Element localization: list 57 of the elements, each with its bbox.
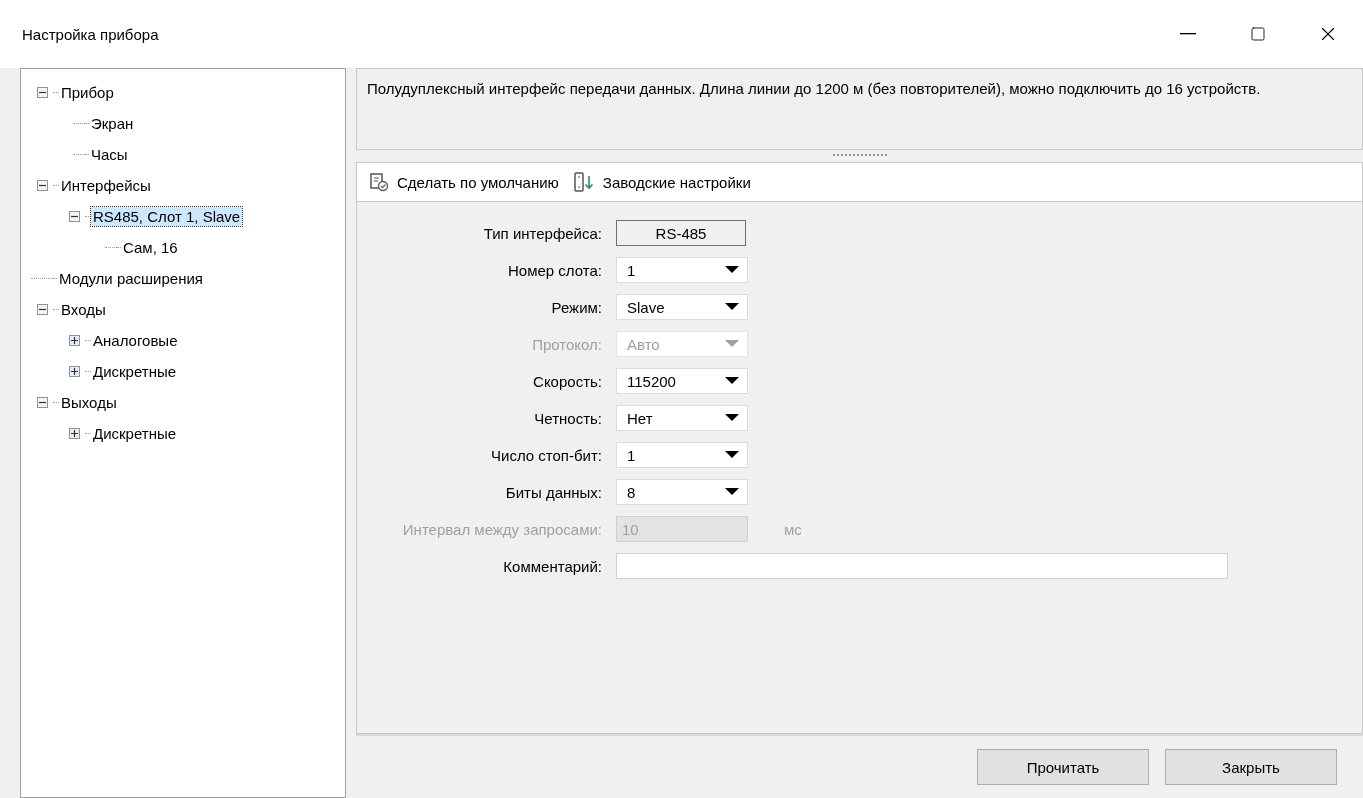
toolbar-button[interactable]: Заводские настройки	[572, 172, 751, 192]
collapse-icon[interactable]	[36, 87, 48, 98]
splitter-grip[interactable]	[832, 154, 887, 158]
dropdown-caret-icon	[725, 488, 739, 496]
interface-type-field: RS-485	[616, 220, 746, 246]
field-label: Комментарий:	[502, 557, 603, 575]
toolbar-button[interactable]: Сделать по умолчанию	[369, 172, 559, 192]
dropdown-caret-icon	[725, 414, 739, 422]
dropdown[interactable]: Нет	[616, 405, 748, 431]
dropdown-caret-icon	[725, 377, 739, 385]
minimize-icon	[1180, 33, 1196, 35]
tree-item[interactable]: RS485, Слот 1, Slave	[91, 207, 243, 226]
field-label: Биты данных:	[504, 483, 603, 501]
comment-field[interactable]	[616, 553, 1228, 579]
tree-item[interactable]: Дискретные	[91, 362, 179, 381]
expand-icon[interactable]	[68, 428, 80, 439]
dropdown-caret-icon	[725, 303, 739, 311]
field-label: Скорость:	[532, 372, 603, 390]
tree-item[interactable]: Входы	[59, 300, 108, 319]
dropdown-caret-icon	[725, 340, 739, 348]
field-label: Интервал между запросами:	[401, 520, 603, 538]
device-down-arrow-icon	[572, 172, 595, 192]
dialog-button[interactable]: Прочитать	[977, 749, 1149, 785]
tree-item[interactable]: Часы	[89, 145, 130, 164]
dropdown[interactable]: 115200	[616, 368, 748, 394]
collapse-icon[interactable]	[36, 180, 48, 191]
dropdown[interactable]: 1	[616, 257, 748, 283]
tree-item[interactable]: Экран	[89, 114, 136, 133]
tree-item[interactable]: Аналоговые	[91, 331, 180, 350]
field-label: Номер слота:	[507, 261, 603, 279]
maximize-icon	[1250, 26, 1266, 42]
collapse-icon[interactable]	[36, 304, 48, 315]
tree-item[interactable]: Сам, 16	[121, 238, 180, 257]
unit-label: мс	[784, 520, 802, 538]
collapse-icon[interactable]	[68, 211, 80, 222]
field-label: Тип интерфейса:	[482, 224, 603, 242]
tree-item[interactable]: Модули расширения	[57, 269, 205, 288]
tree-item[interactable]: Дискретные	[91, 424, 179, 443]
collapse-icon[interactable]	[36, 397, 48, 408]
description-text: Полудуплексный интерфейс передачи данных. Длина линии до 1200 м (без повторителей), можно подключить до 16 устройств.	[356, 68, 1363, 150]
expand-icon[interactable]	[68, 366, 80, 377]
field-label: Режим:	[550, 298, 603, 316]
dropdown-caret-icon	[725, 266, 739, 274]
field-label: Число стоп-бит:	[490, 446, 603, 464]
tree-item[interactable]: Выходы	[59, 393, 119, 412]
field-label: Четность:	[533, 409, 603, 427]
tree-item[interactable]: Интерфейсы	[59, 176, 153, 195]
field-label: Протокол:	[531, 335, 603, 353]
document-check-icon	[369, 172, 389, 192]
dropdown[interactable]: 8	[616, 479, 748, 505]
dropdown[interactable]: 1	[616, 442, 748, 468]
dialog-button[interactable]: Закрыть	[1165, 749, 1337, 785]
dropdown-caret-icon	[725, 451, 739, 459]
expand-icon[interactable]	[68, 335, 80, 346]
dropdown[interactable]: Slave	[616, 294, 748, 320]
tree-item[interactable]: Прибор	[59, 83, 116, 102]
window-title: Настройка прибора	[22, 25, 160, 43]
